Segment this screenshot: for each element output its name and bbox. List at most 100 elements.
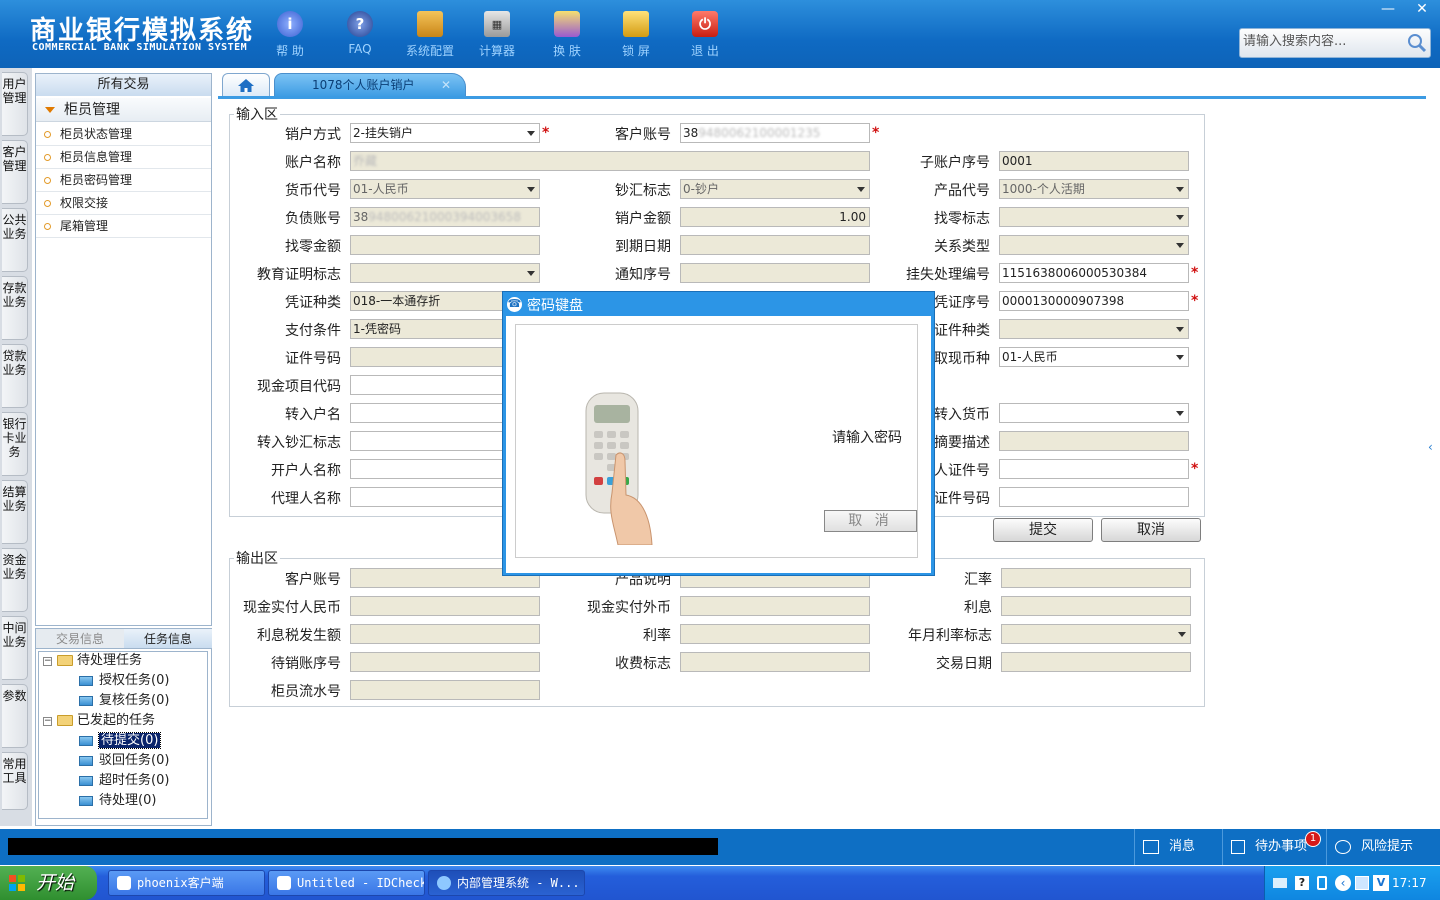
start-button[interactable]: 开始 bbox=[0, 866, 97, 900]
change-amount-field[interactable] bbox=[350, 235, 540, 255]
person-id-field[interactable] bbox=[999, 459, 1189, 479]
exit-button[interactable]: ⏻ 退 出 bbox=[670, 8, 740, 64]
cash-flag-select[interactable]: 0-钞户 bbox=[680, 179, 870, 199]
close-method-select[interactable]: 2-挂失销户 bbox=[350, 123, 540, 143]
module-tab-3[interactable]: 存款业务 bbox=[2, 276, 28, 340]
dialog-cancel-button[interactable]: 取 消 bbox=[824, 510, 917, 532]
lock-button[interactable]: 锁 屏 bbox=[601, 8, 671, 64]
tree-node-label: 待处理任务 bbox=[77, 653, 143, 668]
id-type-select[interactable] bbox=[999, 319, 1189, 339]
to-ccy-select[interactable] bbox=[999, 403, 1189, 423]
tree-node-pending[interactable]: 待处理任务 bbox=[57, 652, 142, 670]
field-value: 38 bbox=[353, 210, 369, 224]
keyboard-icon[interactable] bbox=[1273, 878, 1287, 888]
module-tab-5[interactable]: 银行卡业务 bbox=[2, 412, 28, 476]
cancel-button[interactable]: 取消 bbox=[1101, 518, 1201, 542]
tree-node-review[interactable]: 复核任务(0) bbox=[79, 692, 169, 710]
tab-task-info[interactable]: 任务信息 bbox=[124, 629, 212, 649]
taskbar-item-idcheck[interactable]: Untitled - IDCheck bbox=[268, 870, 425, 896]
product-code-select[interactable]: 1000-个人活期 bbox=[999, 179, 1189, 199]
help-tray-icon[interactable]: ? bbox=[1295, 876, 1309, 890]
module-tab-10[interactable]: 常用工具 bbox=[2, 752, 28, 810]
risk-alert-button[interactable]: 风险提示 bbox=[1326, 829, 1440, 865]
tree-node-initiated[interactable]: 已发起的任务 bbox=[57, 712, 155, 730]
skin-button[interactable]: 换 肤 bbox=[532, 8, 602, 64]
agent-id-field[interactable] bbox=[999, 487, 1189, 507]
withdraw-ccy-select[interactable]: 01-人民币 bbox=[999, 347, 1189, 367]
sub-seq-field[interactable]: 0001 bbox=[999, 151, 1189, 171]
nav-item-teller-status[interactable]: 柜员状态管理 bbox=[36, 123, 211, 146]
loss-no-field[interactable]: 1151638006000530384 bbox=[999, 263, 1189, 283]
nav-item-teller-info[interactable]: 柜员信息管理 bbox=[36, 146, 211, 169]
module-tab-7[interactable]: 资金业务 bbox=[2, 548, 28, 612]
label-account-name: 账户名称 bbox=[285, 155, 341, 171]
edu-flag-select[interactable] bbox=[350, 263, 540, 283]
tree-node-to-submit[interactable]: 待提交(0) bbox=[79, 732, 162, 750]
account-name-field[interactable]: 乔藏 bbox=[350, 151, 870, 171]
tab-transaction-info[interactable]: 交易信息 bbox=[36, 629, 124, 649]
tree-node-auth[interactable]: 授权任务(0) bbox=[79, 672, 169, 690]
chevron-left-icon[interactable]: ‹ bbox=[1335, 875, 1351, 891]
tab-1078-account-close[interactable]: 1078个人账户销户 ✕ bbox=[274, 73, 466, 97]
close-window-button[interactable]: ✕ bbox=[1410, 0, 1434, 20]
rate-flag-select[interactable] bbox=[1001, 624, 1191, 644]
taskbar-item-internal-system[interactable]: 内部管理系统 - W... bbox=[428, 870, 585, 896]
nav-item-tail-box[interactable]: 尾箱管理 bbox=[36, 215, 211, 238]
tree-node-label: 待提交(0) bbox=[97, 732, 162, 749]
submit-button[interactable]: 提交 bbox=[993, 518, 1093, 542]
antivirus-icon[interactable]: V bbox=[1373, 875, 1389, 891]
taskbar-item-phoenix[interactable]: phoenix客户端 bbox=[108, 870, 265, 896]
nav-item-teller-password[interactable]: 柜员密码管理 bbox=[36, 169, 211, 192]
label-debt-account: 负债账号 bbox=[285, 211, 341, 227]
speech-bubble-icon bbox=[1335, 839, 1351, 854]
network-icon[interactable] bbox=[1355, 876, 1369, 890]
checkbox-icon bbox=[1231, 839, 1245, 854]
faq-button[interactable]: ? FAQ bbox=[325, 8, 395, 64]
module-tab-1[interactable]: 客户管理 bbox=[2, 140, 28, 204]
tree-node-to-process[interactable]: 待处理(0) bbox=[79, 792, 156, 810]
due-date-field[interactable] bbox=[680, 235, 870, 255]
collapse-icon[interactable]: − bbox=[43, 657, 52, 666]
label-loss-no: 挂失处理编号 bbox=[906, 267, 990, 283]
summary-field[interactable] bbox=[999, 431, 1189, 451]
bullet-icon bbox=[44, 131, 51, 138]
help-button[interactable]: i 帮 助 bbox=[255, 8, 325, 64]
required-mark: * bbox=[1191, 265, 1199, 281]
messages-button[interactable]: 消息 bbox=[1134, 829, 1222, 865]
currency-code-select[interactable]: 01-人民币 bbox=[350, 179, 540, 199]
label-out-cust-account: 客户账号 bbox=[285, 572, 341, 588]
module-tab-2[interactable]: 公共业务 bbox=[2, 208, 28, 272]
close-amount-field[interactable]: 1.00 bbox=[680, 207, 870, 227]
notice-seq-field[interactable] bbox=[680, 263, 870, 283]
tab-home[interactable] bbox=[222, 73, 270, 97]
nav-header[interactable]: 所有交易 bbox=[36, 74, 211, 96]
module-tab-6[interactable]: 结算业务 bbox=[2, 480, 28, 544]
usb-icon[interactable] bbox=[1317, 876, 1327, 890]
minimize-button[interactable]: — bbox=[1376, 0, 1400, 20]
tab-close-icon[interactable]: ✕ bbox=[441, 74, 451, 96]
voucher-no-field[interactable]: 0000130000907398 bbox=[999, 291, 1189, 311]
config-button[interactable]: 系统配置 bbox=[395, 8, 465, 64]
nav-item-permission-handover[interactable]: 权限交接 bbox=[36, 192, 211, 215]
todo-button[interactable]: 待办事项 1 bbox=[1222, 829, 1326, 865]
module-tab-0[interactable]: 用户管理 bbox=[2, 72, 28, 136]
app-header: 商业银行模拟系统 COMMERCIAL BANK SIMULATION SYST… bbox=[0, 0, 1440, 68]
collapse-icon[interactable]: − bbox=[43, 717, 52, 726]
module-tab-9[interactable]: 参数 bbox=[2, 684, 28, 748]
debt-account-field[interactable]: 3894800621000394003658 bbox=[350, 207, 540, 227]
relation-type-select[interactable] bbox=[999, 235, 1189, 255]
tree-node-rejected[interactable]: 驳回任务(0) bbox=[79, 752, 169, 770]
cust-account-field[interactable]: 389480062100001235 bbox=[680, 123, 870, 143]
collapse-right-icon[interactable]: ‹ bbox=[1428, 440, 1440, 470]
label-pay-cond: 支付条件 bbox=[285, 323, 341, 339]
module-tab-4[interactable]: 贷款业务 bbox=[2, 344, 28, 408]
nav-group-teller[interactable]: 柜员管理 bbox=[36, 98, 211, 122]
home-icon bbox=[238, 79, 254, 92]
search-input[interactable] bbox=[1243, 34, 1401, 49]
tree-node-timeout[interactable]: 超时任务(0) bbox=[79, 772, 169, 790]
calculator-button[interactable]: ▦ 计算器 bbox=[462, 8, 532, 64]
module-tab-8[interactable]: 中间业务 bbox=[2, 616, 28, 680]
select-value: 2-挂失销户 bbox=[353, 126, 413, 140]
change-flag-select[interactable] bbox=[999, 207, 1189, 227]
search-icon[interactable] bbox=[1406, 32, 1428, 54]
